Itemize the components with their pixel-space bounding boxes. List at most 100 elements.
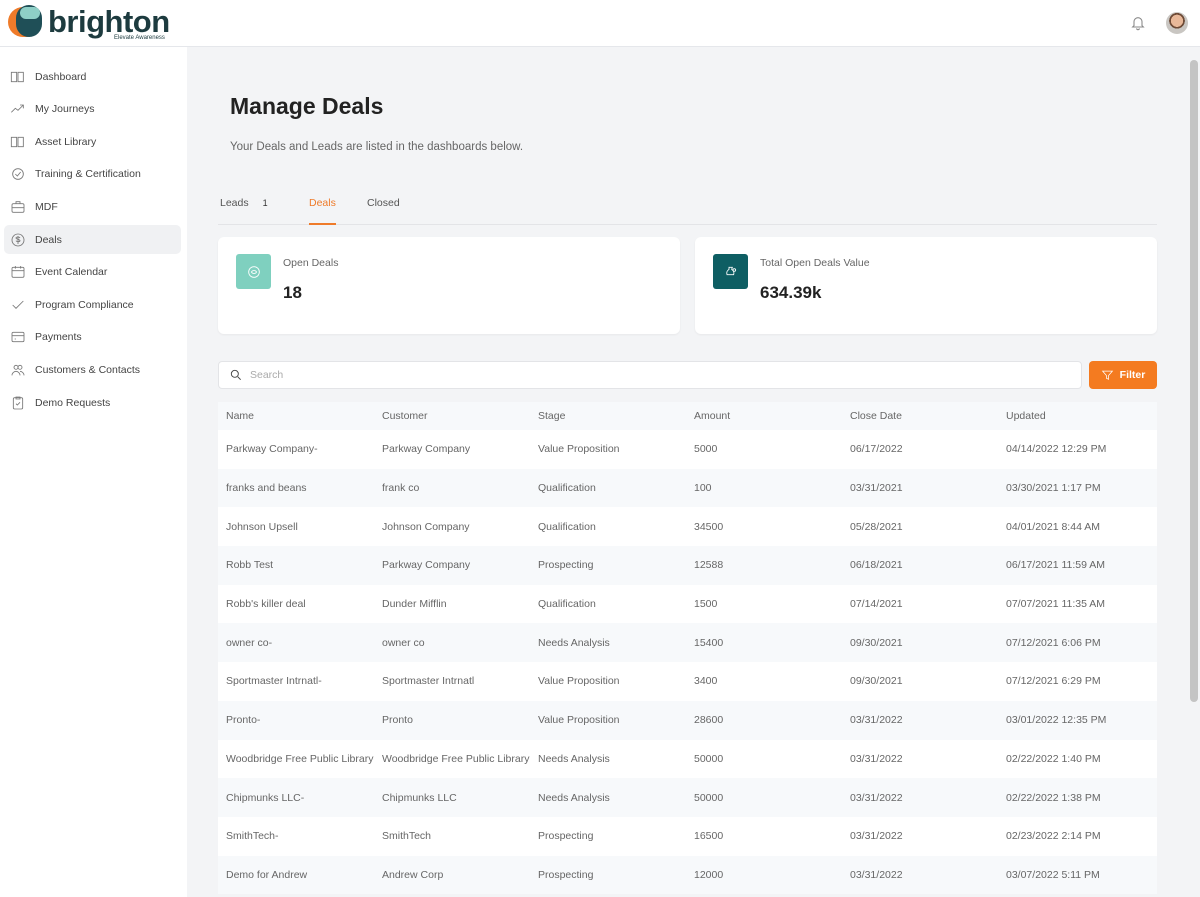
table-row[interactable]: Robb's killer deal Dunder Mifflin Qualific… bbox=[218, 585, 1157, 624]
table-cell: 28600 bbox=[694, 714, 724, 727]
book-icon bbox=[10, 71, 24, 82]
table-row[interactable]: franks and beans frank co Qualification 100… bbox=[218, 468, 1157, 508]
table-cell: Prospecting bbox=[538, 868, 594, 881]
sidebar-item-demo-requests[interactable]: Demo Requests bbox=[4, 388, 181, 417]
column-header[interactable]: Updated bbox=[998, 410, 1154, 422]
table-cell: 03/31/2022 bbox=[850, 868, 903, 881]
table-row[interactable]: Johnson Upsell Johnson Company Qualificati… bbox=[218, 507, 1157, 546]
table-cell: 12000 bbox=[694, 868, 724, 881]
filter-label: Filter bbox=[1119, 369, 1146, 381]
tab-leads[interactable]: Leads 1 bbox=[220, 197, 268, 225]
table-cell: Qualification bbox=[538, 482, 596, 495]
tab-closed[interactable]: Closed bbox=[367, 197, 400, 225]
sidebar-item-dashboard[interactable]: Dashboard bbox=[4, 62, 181, 91]
table-row[interactable]: owner co-owner co Needs Analysis 15400 09/3… bbox=[218, 623, 1157, 663]
table-cell: 03/30/2021 1:17 PM bbox=[1006, 482, 1101, 495]
table-cell: Parkway Company bbox=[382, 559, 471, 572]
filter-button[interactable]: Filter bbox=[1089, 361, 1157, 389]
table-cell: Robb's killer deal bbox=[226, 598, 306, 611]
table-cell: 03/31/2022 bbox=[850, 714, 903, 727]
tab-deals[interactable]: Deals bbox=[309, 197, 336, 225]
scrollbar[interactable] bbox=[1188, 58, 1200, 897]
table-cell: Prospecting bbox=[538, 830, 594, 843]
table-cell: owner co- bbox=[226, 636, 273, 649]
table-cell: Dunder Mifflin bbox=[382, 598, 447, 611]
table-cell: Johnson Company bbox=[382, 520, 470, 533]
table-cell: Johnson Upsell bbox=[226, 520, 298, 533]
briefcase-icon bbox=[11, 201, 25, 213]
bell-icon[interactable] bbox=[1130, 14, 1146, 32]
table-cell: 02/23/2022 2:14 PM bbox=[1006, 830, 1101, 843]
sidebar-item-my-journeys[interactable]: My Journeys bbox=[4, 95, 181, 124]
brand-logo[interactable]: brighton Elevate Awareness bbox=[8, 4, 170, 41]
brand-tagline: Elevate Awareness bbox=[114, 35, 165, 41]
table-cell: 07/14/2021 bbox=[850, 598, 903, 611]
table-cell: Needs Analysis bbox=[538, 752, 610, 765]
column-header[interactable]: Customer bbox=[374, 410, 530, 422]
page-subtitle: Your Deals and Leads are listed in the d… bbox=[230, 141, 524, 153]
avatar[interactable] bbox=[1166, 12, 1188, 34]
table-cell: 07/12/2021 6:29 PM bbox=[1006, 675, 1101, 688]
tabs: Leads 1 Deals Closed bbox=[218, 187, 1157, 225]
column-header[interactable]: Stage bbox=[530, 410, 686, 422]
table-cell: 06/18/2021 bbox=[850, 559, 903, 572]
table-cell: 3400 bbox=[694, 675, 718, 688]
table-cell: Parkway Company- bbox=[226, 443, 318, 456]
table-cell: SmithTech bbox=[382, 830, 432, 843]
dollar-circle-icon bbox=[11, 233, 25, 246]
badge-check-icon bbox=[12, 168, 24, 181]
table-cell: Qualification bbox=[538, 520, 596, 533]
sidebar-item-label: Program Compliance bbox=[35, 298, 134, 311]
table-row[interactable]: Robb Test Parkway Company Prospecting 12588… bbox=[218, 546, 1157, 585]
sidebar-item-asset-library[interactable]: Asset Library bbox=[4, 127, 181, 156]
sidebar-item-mdf[interactable]: MDF bbox=[4, 192, 181, 221]
deals-icon bbox=[236, 254, 271, 289]
table-cell: Chipmunks LLC bbox=[382, 791, 457, 804]
table-cell: 02/22/2022 1:38 PM bbox=[1006, 791, 1101, 804]
table-cell: 06/17/2021 11:59 AM bbox=[1006, 559, 1106, 572]
search-box[interactable] bbox=[218, 361, 1082, 389]
sidebar-item-payments[interactable]: Payments bbox=[4, 323, 181, 352]
search-input[interactable] bbox=[250, 369, 1050, 381]
table-cell: 05/28/2021 bbox=[850, 520, 903, 533]
column-header[interactable]: Amount bbox=[686, 410, 842, 422]
table-row[interactable]: SmithTech- SmithTech Prospecting 16500 03/31… bbox=[218, 817, 1157, 856]
column-header[interactable]: Name bbox=[218, 410, 374, 422]
table-cell: 100 bbox=[694, 482, 712, 495]
column-header[interactable]: Close Date bbox=[842, 410, 998, 422]
filter-icon bbox=[1101, 370, 1113, 380]
table-row[interactable]: Demo for Andrew Andrew Corp Prospecting 120… bbox=[218, 855, 1157, 895]
table-cell: Robb Test bbox=[226, 559, 274, 572]
open-deals-card: Open Deals 18 bbox=[218, 237, 680, 334]
table-cell: 06/17/2022 bbox=[850, 443, 903, 456]
table-row[interactable]: Parkway Company- Parkway Company Value Pro… bbox=[218, 430, 1157, 469]
book-icon bbox=[10, 136, 24, 147]
sidebar-item-deals[interactable]: Deals bbox=[4, 225, 181, 254]
sidebar-item-label: MDF bbox=[35, 200, 58, 213]
table-row[interactable]: Pronto- Pronto Value Proposition 28600 03/31… bbox=[218, 700, 1157, 740]
brand-name: brighton bbox=[48, 4, 170, 39]
table-cell: franks and beans bbox=[226, 482, 307, 495]
table-row[interactable]: Sportmaster Intrnatl- Sportmaster Intrnat… bbox=[218, 662, 1157, 701]
table-cell: Sportmaster Intrnatl- bbox=[226, 675, 322, 688]
table-row[interactable]: Woodbridge Free Public Library- Woodbridg… bbox=[218, 740, 1157, 779]
table-cell: 07/07/2021 11:35 AM bbox=[1006, 598, 1106, 611]
table-cell: 03/31/2022 bbox=[850, 791, 903, 804]
table-row[interactable]: Chipmunks LLC- Chipmunks LLC Needs Analysi… bbox=[218, 778, 1157, 817]
sidebar-item-event-calendar[interactable]: Event Calendar bbox=[4, 258, 181, 287]
sidebar-item-customers-contacts[interactable]: Customers & Contacts bbox=[4, 355, 181, 384]
table-cell: 15400 bbox=[694, 636, 724, 649]
clipboard-check-icon bbox=[12, 396, 24, 409]
sidebar-item-training-certification[interactable]: Training & Certification bbox=[4, 160, 181, 189]
sidebar-item-program-compliance[interactable]: Program Compliance bbox=[4, 290, 181, 319]
table-cell: Demo for Andrew bbox=[226, 868, 308, 881]
users-icon bbox=[11, 364, 25, 376]
table-cell: 02/22/2022 1:40 PM bbox=[1006, 752, 1101, 765]
sidebar-item-label: Event Calendar bbox=[35, 266, 108, 279]
total-value-card: Total Open Deals Value 634.39k bbox=[695, 237, 1157, 334]
table-cell: Pronto bbox=[382, 714, 413, 727]
table-cell: 09/30/2021 bbox=[850, 675, 903, 688]
table-cell: 16500 bbox=[694, 830, 724, 843]
scrollbar-thumb[interactable] bbox=[1190, 60, 1198, 702]
table-cell: 09/30/2021 bbox=[850, 636, 903, 649]
